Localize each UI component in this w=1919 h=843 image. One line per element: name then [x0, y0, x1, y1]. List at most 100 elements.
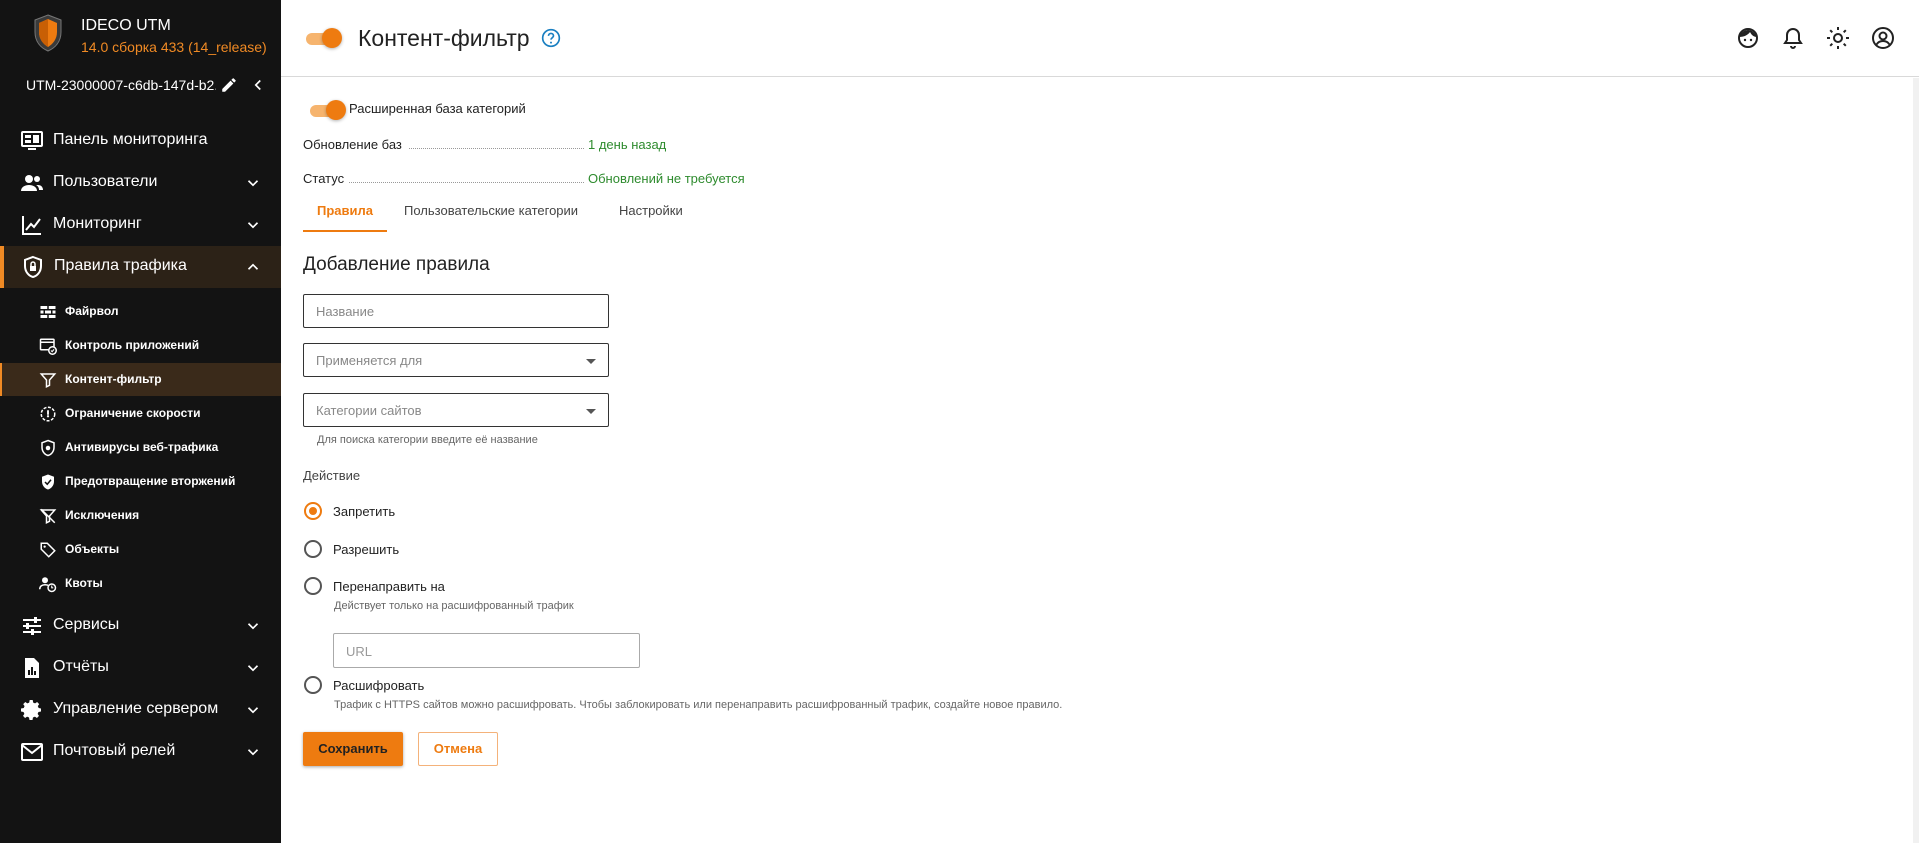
- nav-item-reports[interactable]: Отчёты: [0, 647, 281, 689]
- dotted-leader: [349, 182, 584, 183]
- save-button[interactable]: Сохранить: [303, 732, 403, 766]
- sidebar-item-label: Контроль приложений: [65, 338, 200, 352]
- chevron-down-icon: [247, 623, 259, 630]
- account-circle-icon[interactable]: [1871, 26, 1895, 50]
- sidebar: IDECO UTM 14.0 сборка 433 (14_release) U…: [0, 0, 281, 843]
- help-circle-icon[interactable]: [541, 28, 561, 48]
- speed-limit-icon: [40, 406, 56, 422]
- action-decrypt-label[interactable]: Расшифровать: [333, 678, 424, 693]
- monitor-dashboard-icon: [21, 131, 43, 150]
- firewall-bricks-icon: [40, 306, 56, 318]
- page-header: Контент-фильтр: [281, 0, 1919, 77]
- dotted-leader: [409, 148, 584, 149]
- cancel-button[interactable]: Отмена: [418, 732, 498, 766]
- tab-custom-categories[interactable]: Пользовательские категории: [404, 190, 578, 232]
- device-id: UTM-23000007-c6db-147d-b2...: [26, 77, 216, 93]
- tag-icon: [40, 542, 56, 558]
- chevron-left-icon[interactable]: [249, 76, 267, 94]
- chevron-down-icon: [247, 180, 259, 187]
- sidebar-item-label: Предотвращение вторжений: [65, 474, 236, 488]
- chevron-down-icon: [247, 707, 259, 714]
- bell-icon[interactable]: [1781, 26, 1805, 50]
- brand-name: IDECO UTM: [81, 17, 171, 34]
- sidebar-item-ips[interactable]: Предотвращение вторжений: [0, 465, 281, 498]
- action-deny-radio[interactable]: [304, 502, 322, 520]
- sidebar-item-label: Исключения: [65, 508, 140, 522]
- filter-off-icon: [39, 508, 57, 524]
- applies-to-select[interactable]: Применяется для: [303, 343, 609, 377]
- nav-item-monitoring[interactable]: Мониторинг: [0, 204, 281, 246]
- action-decrypt-radio[interactable]: [304, 676, 322, 694]
- sidebar-item-label: Объекты: [65, 542, 120, 556]
- tab-rules[interactable]: Правила: [303, 190, 387, 232]
- sidebar-item-quotas[interactable]: Квоты: [0, 567, 281, 600]
- sidebar-item-label: Контент-фильтр: [65, 372, 162, 386]
- nav-item-server-mgmt[interactable]: Управление сервером: [0, 689, 281, 731]
- nav-item-users[interactable]: Пользователи: [0, 162, 281, 204]
- rule-name-input[interactable]: Название: [303, 294, 609, 328]
- placeholder-text: URL: [346, 644, 373, 659]
- placeholder-text: Применяется для: [316, 353, 423, 368]
- brand: IDECO UTM 14.0 сборка 433 (14_release): [0, 0, 281, 70]
- redirect-url-input[interactable]: URL: [333, 633, 640, 668]
- db-update-label: Обновление баз: [303, 137, 402, 152]
- shield-logo-icon: [34, 14, 62, 52]
- sidebar-item-exceptions[interactable]: Исключения: [0, 499, 281, 532]
- sun-theme-icon[interactable]: [1826, 26, 1850, 50]
- line-chart-icon: [22, 216, 41, 235]
- filter-icon: [39, 373, 57, 388]
- categories-hint: Для поиска категории введите её название: [317, 434, 538, 446]
- action-allow-radio[interactable]: [304, 540, 322, 558]
- action-redirect-radio[interactable]: [304, 577, 322, 595]
- report-file-icon: [25, 658, 39, 678]
- device-row: UTM-23000007-c6db-147d-b2...: [0, 70, 281, 100]
- nav-item-label: Правила трафика: [54, 257, 187, 274]
- sidebar-item-speed-limit[interactable]: Ограничение скорости: [0, 397, 281, 430]
- nav-item-label: Почтовый релей: [53, 742, 176, 759]
- module-enable-toggle[interactable]: [306, 28, 342, 48]
- nav-item-traffic-rules[interactable]: Правила трафика: [0, 246, 281, 288]
- action-allow-label[interactable]: Разрешить: [333, 542, 399, 557]
- site-categories-select[interactable]: Категории сайтов: [303, 393, 609, 427]
- status-label: Статус: [303, 171, 345, 186]
- scrollbar[interactable]: [1913, 78, 1919, 843]
- nav-item-label: Сервисы: [53, 616, 120, 633]
- nav-item-label: Панель мониторинга: [53, 131, 208, 148]
- action-deny-label[interactable]: Запретить: [333, 504, 395, 519]
- chevron-up-icon: [247, 263, 259, 270]
- tab-settings[interactable]: Настройки: [619, 190, 683, 232]
- action-label: Действие: [303, 468, 361, 483]
- extended-db-toggle[interactable]: [310, 100, 346, 120]
- pencil-icon[interactable]: [220, 76, 238, 94]
- sidebar-item-content-filter[interactable]: Контент-фильтр: [0, 363, 281, 396]
- nav-item-mail-relay[interactable]: Почтовый релей: [0, 731, 281, 773]
- shield-lock-icon: [24, 255, 42, 279]
- nav-item-dashboard[interactable]: Панель мониторинга: [0, 120, 281, 162]
- page-title: Контент-фильтр: [358, 25, 530, 51]
- sidebar-item-antivirus[interactable]: Антивирусы веб-трафика: [0, 431, 281, 464]
- status-value: Обновлений не требуется: [588, 171, 745, 186]
- sidebar-item-firewall[interactable]: Файрвол: [0, 295, 281, 328]
- dropdown-arrow-icon: [586, 359, 596, 364]
- action-redirect-label[interactable]: Перенаправить на: [333, 579, 445, 594]
- sliders-icon: [23, 617, 41, 635]
- chevron-down-icon: [247, 749, 259, 756]
- placeholder-text: Название: [316, 304, 375, 319]
- nav-item-label: Отчёты: [53, 658, 109, 675]
- brand-version: 14.0 сборка 433 (14_release): [81, 39, 267, 55]
- user-clock-icon: [39, 577, 57, 593]
- support-face-icon[interactable]: [1736, 26, 1760, 50]
- nav-item-services[interactable]: Сервисы: [0, 605, 281, 647]
- mail-icon: [21, 743, 43, 761]
- sidebar-item-app-control[interactable]: Контроль приложений: [0, 329, 281, 362]
- decrypt-hint: Трафик с HTTPS сайтов можно расшифровать…: [334, 699, 1063, 711]
- placeholder-text: Категории сайтов: [316, 403, 422, 418]
- db-update-value: 1 день назад: [588, 137, 667, 152]
- app-window-check-icon: [39, 338, 57, 355]
- nav-item-label: Управление сервером: [53, 700, 219, 717]
- sidebar-item-label: Антивирусы веб-трафика: [65, 440, 219, 454]
- shield-check-icon: [42, 474, 54, 490]
- sidebar-item-objects[interactable]: Объекты: [0, 533, 281, 566]
- toggle-knob: [322, 28, 342, 48]
- form-title: Добавление правила: [303, 254, 490, 275]
